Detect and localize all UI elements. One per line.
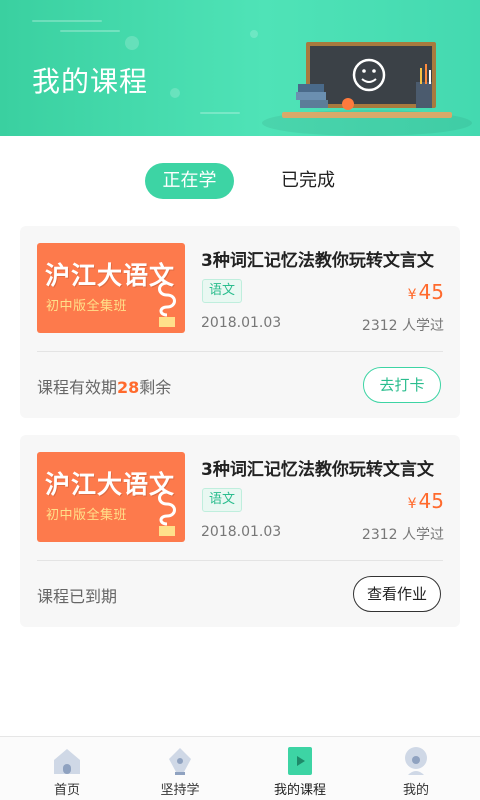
subject-tag: 语文 bbox=[202, 488, 243, 512]
decor-bubble bbox=[250, 30, 258, 38]
subject-tag: 语文 bbox=[202, 279, 243, 303]
bottom-nav: 首页 坚持学 我的课程 我的 bbox=[0, 736, 480, 800]
chalkboard-illustration bbox=[296, 42, 436, 110]
course-date: 2018.01.03 bbox=[201, 315, 282, 331]
divider bbox=[37, 351, 443, 352]
currency-symbol: ¥ bbox=[407, 496, 417, 512]
nav-label: 坚持学 bbox=[160, 783, 200, 798]
tab-completed[interactable]: 已完成 bbox=[262, 163, 354, 199]
course-thumbnail: 沪江大语文 初中版全集班 bbox=[37, 243, 185, 333]
decor-line bbox=[200, 112, 240, 114]
decor-bubble bbox=[170, 88, 180, 98]
learner-count: 2312 人学过 bbox=[361, 527, 444, 543]
nav-label: 我的 bbox=[402, 783, 429, 798]
nav-label: 首页 bbox=[53, 783, 80, 798]
divider bbox=[37, 560, 443, 561]
thumbnail-subtitle: 初中版全集班 bbox=[46, 299, 128, 314]
price-value: 45 bbox=[418, 280, 444, 304]
nav-item-persist[interactable]: 坚持学 bbox=[120, 737, 240, 800]
check-in-button[interactable]: 去打卡 bbox=[363, 367, 441, 403]
profile-icon bbox=[405, 747, 427, 775]
decor-bubble bbox=[125, 36, 139, 50]
page-title: 我的课程 bbox=[32, 65, 149, 98]
status-prefix: 课程有效期 bbox=[37, 378, 118, 397]
pen-nib-icon bbox=[169, 748, 191, 775]
validity-status: 课程有效期28剩余 bbox=[37, 374, 171, 398]
price-value: 45 bbox=[418, 489, 444, 513]
scroll-decor-icon bbox=[158, 281, 176, 327]
scroll-decor-icon bbox=[158, 490, 176, 536]
header-banner: 我的课程 bbox=[0, 0, 480, 136]
course-card[interactable]: 沪江大语文 初中版全集班 3种词汇记忆法教你玩转文言文 语文 ¥45 2018.… bbox=[20, 435, 460, 627]
course-price: ¥45 bbox=[408, 489, 444, 513]
nav-item-home[interactable]: 首页 bbox=[7, 737, 127, 800]
course-tabs: 正在学 已完成 bbox=[0, 163, 480, 199]
course-title: 3种词汇记忆法教你玩转文言文 bbox=[201, 460, 434, 480]
course-title: 3种词汇记忆法教你玩转文言文 bbox=[201, 251, 434, 271]
decor-line bbox=[60, 30, 120, 32]
status-days: 28 bbox=[117, 378, 140, 397]
decor-line bbox=[32, 20, 102, 22]
home-icon bbox=[54, 749, 80, 774]
view-homework-button[interactable]: 查看作业 bbox=[353, 576, 441, 612]
validity-status: 课程已到期 bbox=[37, 587, 118, 606]
currency-symbol: ¥ bbox=[407, 287, 417, 303]
status-suffix: 剩余 bbox=[139, 378, 172, 397]
course-thumbnail: 沪江大语文 初中版全集班 bbox=[37, 452, 185, 542]
course-date: 2018.01.03 bbox=[201, 524, 282, 540]
nav-label: 我的课程 bbox=[273, 783, 326, 798]
learner-count: 2312 人学过 bbox=[361, 318, 444, 334]
course-card[interactable]: 沪江大语文 初中版全集班 3种词汇记忆法教你玩转文言文 语文 ¥45 2018.… bbox=[20, 226, 460, 418]
nav-item-my-courses[interactable]: 我的课程 bbox=[240, 737, 360, 800]
play-book-icon bbox=[288, 747, 312, 775]
tab-learning[interactable]: 正在学 bbox=[145, 163, 234, 199]
nav-item-me[interactable]: 我的 bbox=[356, 737, 476, 800]
course-price: ¥45 bbox=[408, 280, 444, 304]
shelf bbox=[282, 112, 452, 118]
thumbnail-subtitle: 初中版全集班 bbox=[46, 508, 128, 523]
